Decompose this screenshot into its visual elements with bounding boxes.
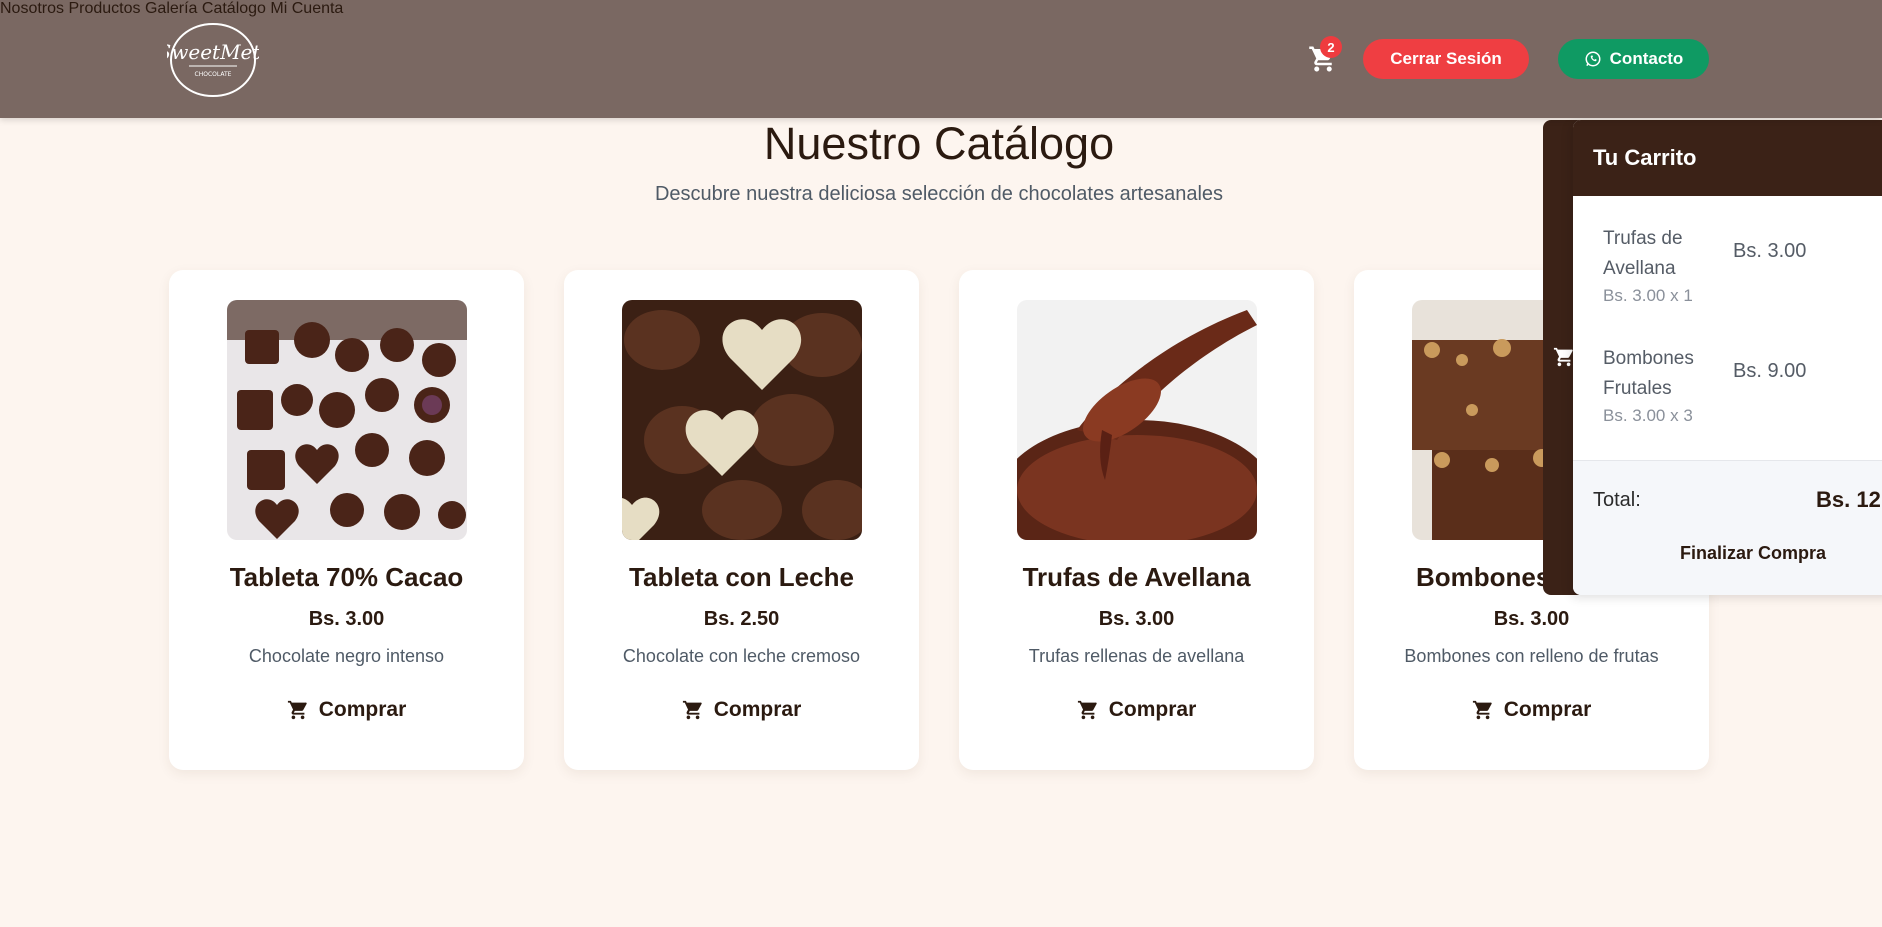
cart-item-name: Bombones Frutales	[1603, 348, 1694, 399]
nav-link-productos[interactable]: Productos	[68, 0, 140, 17]
cart-item-quantity: Bs. 3.00 x 1	[1603, 286, 1693, 305]
product-card: Tableta con Leche Bs. 2.50 Chocolate con…	[564, 270, 919, 770]
logo-sub-text: CHOCOLATE	[195, 71, 232, 78]
product-image[interactable]	[622, 300, 862, 540]
buy-button[interactable]: Comprar	[959, 698, 1314, 722]
cart-icon	[682, 700, 702, 720]
nav-link-mi-cuenta[interactable]: Mi Cuenta	[270, 0, 343, 17]
buy-label: Comprar	[713, 698, 802, 721]
whatsapp-icon	[1585, 51, 1601, 67]
product-image[interactable]	[1017, 300, 1257, 540]
product-name: Tableta 70% Cacao	[229, 562, 464, 592]
product-price: Bs. 3.00	[308, 608, 385, 630]
buy-button[interactable]: Comprar	[1354, 698, 1709, 722]
contact-label: Contacto	[1609, 49, 1684, 68]
product-name: Trufas de Avellana	[1022, 562, 1251, 592]
logo-text: SweetMett	[167, 40, 259, 64]
cart-count-badge: 2	[1320, 36, 1342, 58]
nav-link-galeria[interactable]: Galería	[145, 0, 197, 17]
cart-icon	[1553, 347, 1573, 367]
nav-link-nosotros[interactable]: Nosotros	[0, 0, 64, 17]
product-description: Bombones con relleno de frutas	[1404, 646, 1659, 666]
cart-icon	[1077, 700, 1097, 720]
contact-button[interactable]: Contacto	[1558, 39, 1709, 79]
cart-item: Bombones Frutales Bs. 3.00 x 3 Bs. 9.00	[1573, 344, 1882, 454]
cart-panel: Tu Carrito Trufas de Avellana Bs. 3.00 x…	[1573, 120, 1882, 595]
cart-total-value: Bs. 12	[1816, 487, 1881, 512]
sweetmett-logo[interactable]: SweetMett CHOCOLATE	[167, 22, 259, 98]
product-name: Tableta con Leche	[629, 562, 854, 592]
cart-footer: Total: Bs. 12 Finalizar Compra	[1573, 460, 1882, 595]
cart-title: Tu Carrito	[1573, 120, 1882, 196]
cart-icon	[1472, 700, 1492, 720]
cart-item-total: Bs. 3.00	[1733, 240, 1807, 262]
buy-label: Comprar	[1108, 698, 1197, 721]
product-card: Tableta 70% Cacao Bs. 3.00 Chocolate neg…	[169, 270, 524, 770]
checkout-button[interactable]: Finalizar Compra	[1653, 543, 1853, 564]
product-description: Trufas rellenas de avellana	[1028, 646, 1245, 666]
cart-item-name: Trufas de Avellana	[1603, 228, 1683, 279]
product-image[interactable]	[227, 300, 467, 540]
product-card: Trufas de Avellana Bs. 3.00 Trufas relle…	[959, 270, 1314, 770]
cart-item: Trufas de Avellana Bs. 3.00 x 1 Bs. 3.00	[1573, 224, 1882, 334]
top-navbar: SweetMett CHOCOLATE Nosotros Productos G…	[0, 0, 1882, 118]
cart-icon	[287, 700, 307, 720]
product-price: Bs. 3.00	[1493, 608, 1570, 630]
logout-button[interactable]: Cerrar Sesión	[1363, 39, 1529, 79]
product-description: Chocolate con leche cremoso	[622, 646, 861, 666]
buy-button[interactable]: Comprar	[564, 698, 919, 722]
product-price: Bs. 2.50	[703, 608, 780, 630]
cart-total-label: Total:	[1593, 489, 1641, 511]
cart-item-total: Bs. 9.00	[1733, 360, 1807, 382]
product-description: Chocolate negro intenso	[248, 646, 445, 666]
buy-label: Comprar	[318, 698, 407, 721]
buy-button[interactable]: Comprar	[169, 698, 524, 722]
cart-item-quantity: Bs. 3.00 x 3	[1603, 406, 1693, 425]
nav-link-catalogo[interactable]: Catálogo	[202, 0, 266, 17]
buy-label: Comprar	[1503, 698, 1592, 721]
product-price: Bs. 3.00	[1098, 608, 1175, 630]
